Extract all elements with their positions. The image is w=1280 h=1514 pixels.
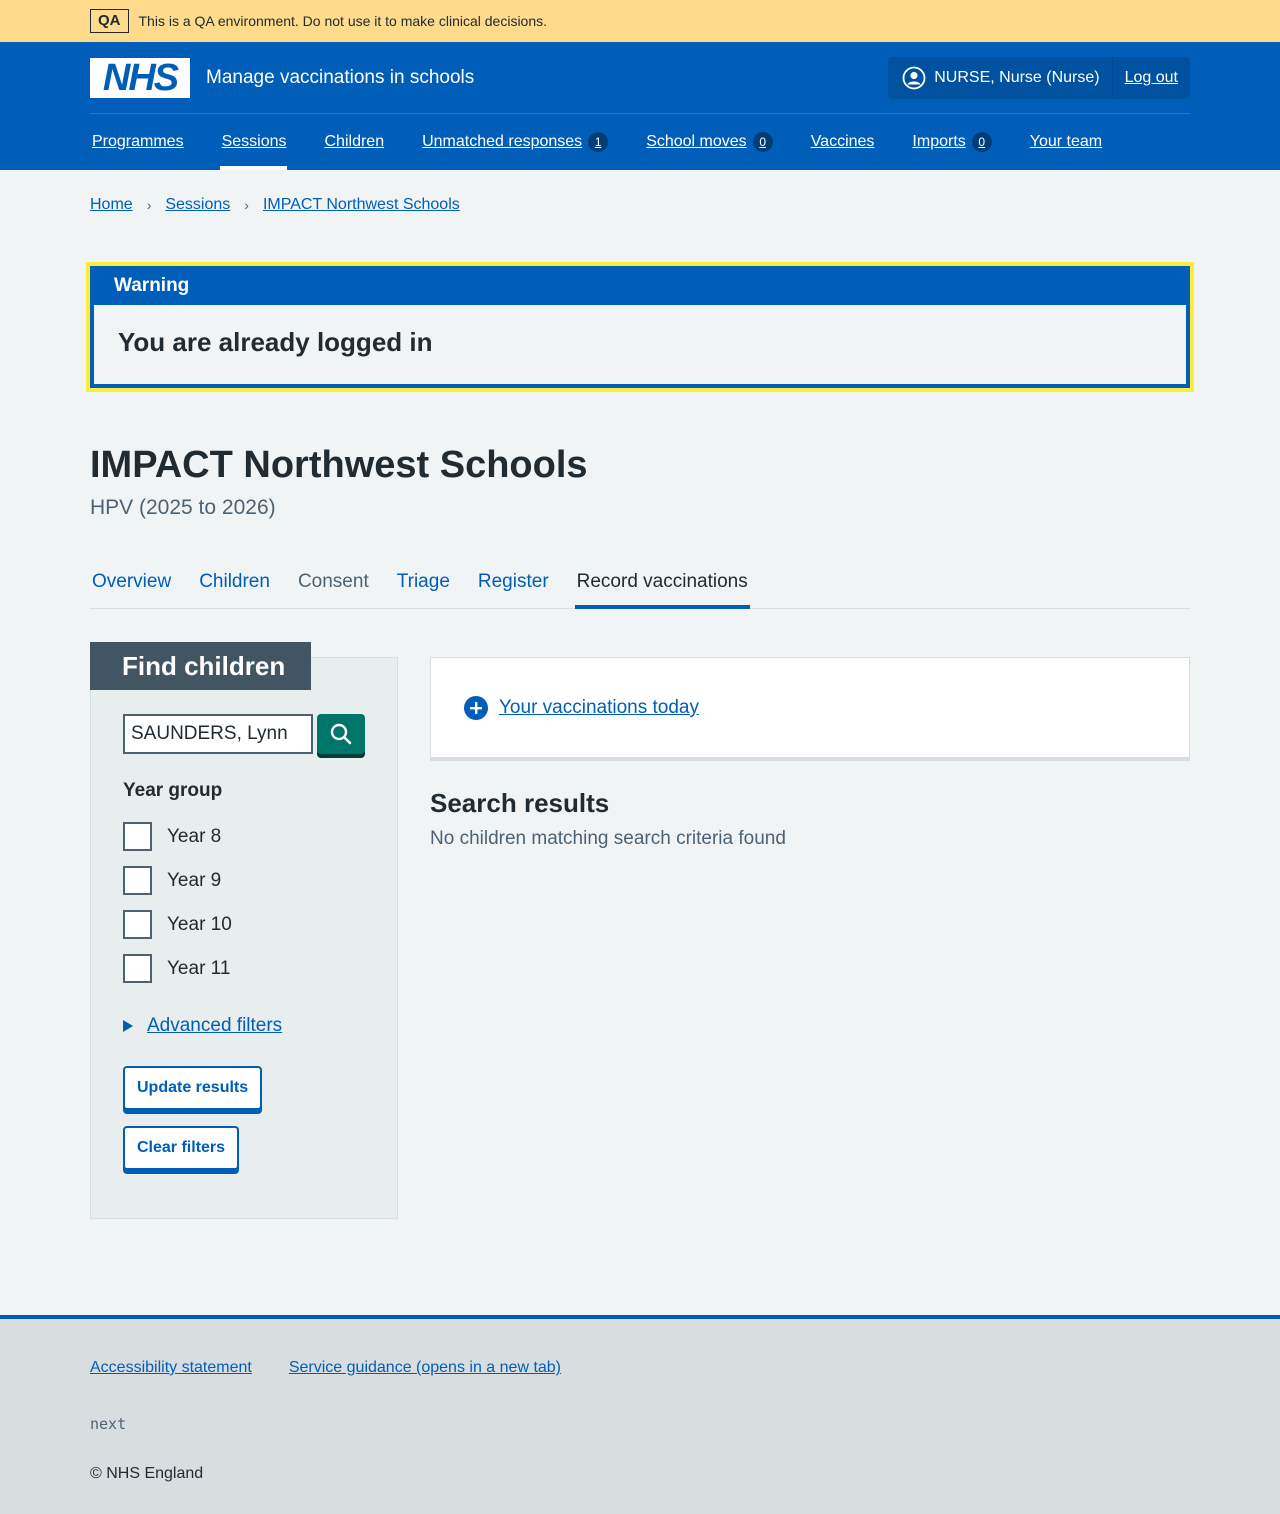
imports-count-badge: 0 — [971, 132, 992, 152]
year-9-label: Year 9 — [167, 869, 222, 891]
account-user-name: NURSE, Nurse (Nurse) — [934, 69, 1100, 86]
nav-children-label: Children — [324, 133, 385, 150]
nav-vaccines-label: Vaccines — [810, 133, 875, 150]
nhs-logo-text: NHS — [102, 56, 179, 99]
clear-filters-button[interactable]: Clear filters — [123, 1126, 240, 1170]
qa-tag: QA — [90, 9, 129, 33]
primary-nav: Programmes Sessions Children Unmatched r… — [90, 114, 1138, 170]
year-11-option[interactable]: Year 11 — [123, 954, 230, 983]
breadcrumb-home[interactable]: Home — [90, 196, 133, 214]
nav-your-team-label: Your team — [1029, 133, 1103, 150]
year-10-label: Year 10 — [167, 913, 232, 935]
warning-text: You are already logged in — [118, 327, 433, 357]
year-group-label: Year group — [123, 780, 223, 801]
service-guidance-link[interactable]: Service guidance (opens in a new tab) — [289, 1359, 561, 1377]
nav-programmes-label: Programmes — [92, 133, 184, 150]
nav-sessions[interactable]: Sessions — [219, 114, 287, 170]
breadcrumb-current[interactable]: IMPACT Northwest Schools — [263, 196, 460, 214]
plus-circle-icon — [464, 696, 488, 720]
tab-triage[interactable]: Triage — [395, 556, 452, 608]
triangle-right-icon — [123, 1020, 133, 1032]
page-caption: HPV (2025 to 2026) — [90, 496, 276, 519]
footer: Accessibility statement Service guidance… — [0, 1315, 1280, 1514]
school-moves-count-badge: 0 — [752, 132, 773, 152]
nav-school-moves-label: School moves — [646, 133, 747, 150]
user-icon — [902, 66, 926, 90]
vaccinations-today-expander[interactable]: Your vaccinations today — [464, 696, 699, 720]
tab-register[interactable]: Register — [476, 556, 551, 608]
qa-message: This is a QA environment. Do not use it … — [138, 13, 548, 29]
footer-links: Accessibility statement Service guidance… — [90, 1359, 598, 1377]
search-row — [123, 714, 365, 754]
vaccinations-today-link[interactable]: Your vaccinations today — [499, 697, 699, 719]
chevron-right-icon: › — [244, 197, 249, 213]
footer-copyright: © NHS England — [90, 1465, 204, 1482]
year-11-label: Year 11 — [167, 957, 231, 979]
vaccinations-today-card: Your vaccinations today — [430, 657, 1190, 761]
nav-children[interactable]: Children — [323, 114, 385, 170]
warning-body: Warning You are already logged in — [90, 266, 1190, 388]
tab-children[interactable]: Children — [197, 556, 272, 608]
account-user: NURSE, Nurse (Nurse) — [888, 57, 1113, 99]
year-9-checkbox[interactable] — [123, 866, 152, 895]
breadcrumb-sessions[interactable]: Sessions — [165, 196, 230, 214]
qa-banner: QA This is a QA environment. Do not use … — [0, 0, 1280, 42]
nav-vaccines[interactable]: Vaccines — [809, 114, 875, 170]
chevron-right-icon: › — [146, 197, 152, 213]
unmatched-count-badge: 1 — [588, 132, 609, 152]
filter-heading: Find children — [90, 642, 311, 690]
year-10-checkbox[interactable] — [123, 910, 152, 939]
environment-label: next — [90, 1415, 127, 1433]
tab-overview[interactable]: Overview — [90, 556, 173, 608]
logout-link[interactable]: Log out — [1113, 69, 1190, 87]
nav-your-team[interactable]: Your team — [1028, 114, 1102, 170]
search-results-heading: Search results — [430, 788, 610, 818]
warning-callout: Warning You are already logged in — [86, 262, 1194, 392]
nav-imports[interactable]: Imports 0 — [910, 114, 992, 170]
nav-programmes[interactable]: Programmes — [90, 114, 184, 170]
nhs-logo[interactable]: NHS — [90, 56, 190, 99]
nav-unmatched-label: Unmatched responses — [422, 133, 583, 150]
breadcrumb: Home › Sessions › IMPACT Northwest Schoo… — [90, 196, 460, 214]
nav-imports-label: Imports — [912, 133, 966, 150]
search-results-empty: No children matching search criteria fou… — [430, 828, 786, 849]
advanced-filters-toggle[interactable]: Advanced filters — [123, 1015, 282, 1037]
year-8-checkbox[interactable] — [123, 822, 152, 851]
accessibility-statement-link[interactable]: Accessibility statement — [90, 1359, 252, 1377]
nav-unmatched-responses[interactable]: Unmatched responses 1 — [420, 114, 609, 170]
year-10-option[interactable]: Year 10 — [123, 910, 232, 939]
page-title: IMPACT Northwest Schools — [90, 444, 588, 486]
search-input[interactable] — [123, 714, 313, 754]
year-9-option[interactable]: Year 9 — [123, 866, 221, 895]
update-results-button[interactable]: Update results — [123, 1066, 263, 1110]
tab-consent[interactable]: Consent — [296, 556, 371, 608]
account-menu: NURSE, Nurse (Nurse) Log out — [888, 57, 1190, 99]
warning-label: Warning — [90, 266, 1190, 305]
advanced-filters-link[interactable]: Advanced filters — [147, 1015, 282, 1037]
service-name[interactable]: Manage vaccinations in schools — [206, 67, 474, 89]
header: NHS Manage vaccinations in schools NURSE… — [0, 42, 1280, 170]
session-tabs: Overview Children Consent Triage Registe… — [90, 556, 1190, 609]
nav-school-moves[interactable]: School moves 0 — [644, 114, 773, 170]
search-icon — [330, 723, 352, 745]
year-8-label: Year 8 — [167, 825, 222, 847]
year-8-option[interactable]: Year 8 — [123, 822, 221, 851]
header-top: NHS Manage vaccinations in schools NURSE… — [0, 42, 1280, 113]
tab-record-vaccinations[interactable]: Record vaccinations — [574, 556, 750, 609]
nav-sessions-label: Sessions — [221, 133, 287, 150]
search-button[interactable] — [317, 714, 365, 754]
year-11-checkbox[interactable] — [123, 954, 152, 983]
